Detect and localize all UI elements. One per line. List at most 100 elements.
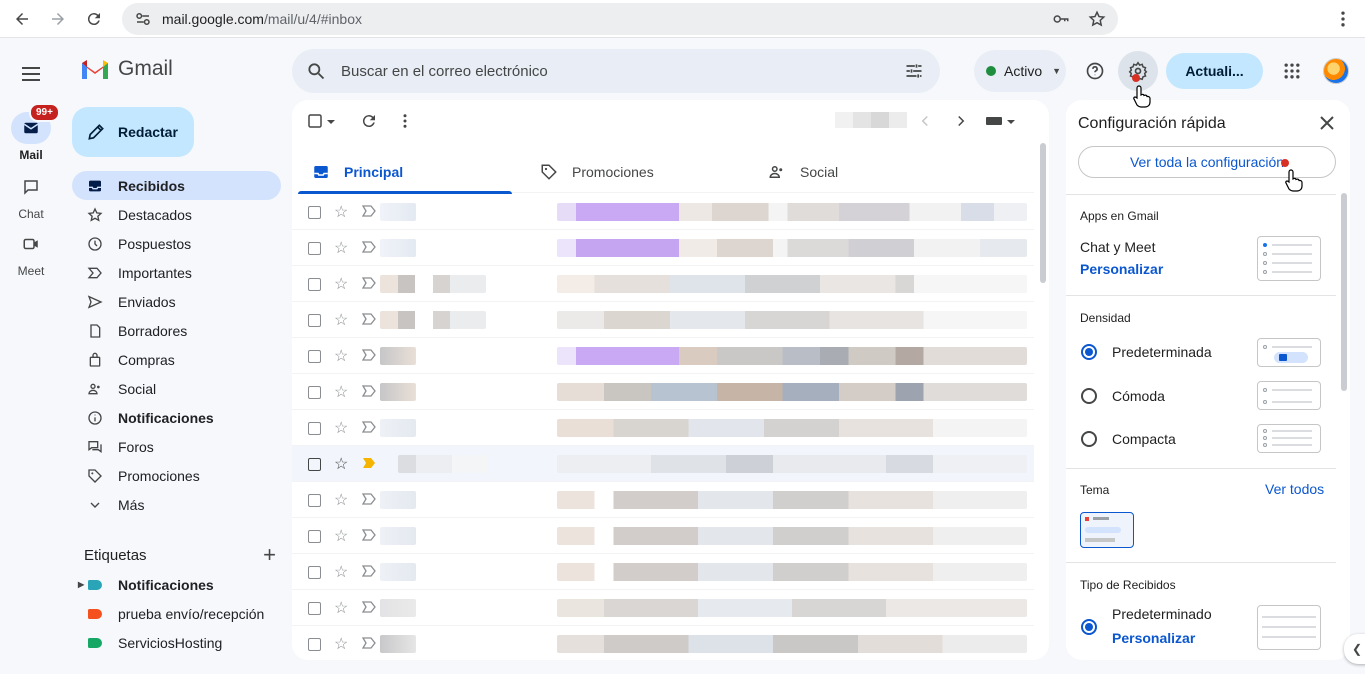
apps-customize-link[interactable]: Personalizar [1080, 261, 1163, 277]
important-icon[interactable] [362, 241, 376, 253]
account-avatar[interactable] [1323, 58, 1349, 84]
password-key-icon[interactable] [1052, 10, 1070, 28]
theme-preview-thumbnail[interactable] [1080, 512, 1134, 548]
tab-principal[interactable]: Principal [298, 150, 512, 194]
table-row[interactable]: ☆ [292, 626, 1034, 660]
label-item-notificaciones[interactable]: ▶ Notificaciones [72, 570, 281, 599]
rail-chat[interactable]: Chat [0, 171, 62, 221]
more-vert-icon[interactable] [396, 112, 414, 130]
rail-mail[interactable]: 99+ Mail [0, 103, 62, 162]
sidebar-item-importantes[interactable]: Importantes [72, 258, 281, 287]
search-options-icon[interactable] [904, 61, 924, 81]
sidebar-item-borradores[interactable]: Borradores [72, 316, 281, 345]
important-icon[interactable] [362, 565, 376, 577]
close-icon[interactable] [1320, 116, 1334, 130]
inbox-type-default-radio[interactable] [1081, 619, 1097, 635]
apps-button[interactable] [1272, 51, 1312, 91]
search-input[interactable] [341, 62, 861, 80]
row-checkbox[interactable] [308, 602, 321, 615]
important-icon[interactable] [362, 601, 376, 613]
table-row[interactable]: ☆ [292, 482, 1034, 518]
label-item-servicioshosting[interactable]: ServiciosHosting [72, 628, 281, 657]
select-all-checkbox-icon[interactable] [306, 112, 324, 130]
important-icon[interactable] [362, 385, 376, 397]
reload-button[interactable] [76, 1, 112, 37]
star-icon[interactable]: ☆ [334, 238, 348, 258]
star-icon[interactable]: ☆ [334, 562, 348, 582]
row-checkbox[interactable] [308, 206, 321, 219]
tab-promociones[interactable]: Promociones [526, 150, 740, 193]
site-info-icon[interactable] [134, 10, 152, 28]
density-compact-radio[interactable] [1081, 431, 1097, 447]
back-button[interactable] [4, 1, 40, 37]
status-dropdown[interactable]: Activo ▼ [974, 50, 1066, 92]
row-checkbox[interactable] [308, 494, 321, 507]
row-checkbox[interactable] [308, 350, 321, 363]
important-icon[interactable] [362, 277, 376, 289]
table-row[interactable]: ☆ [292, 230, 1034, 266]
gmail-logo[interactable]: Gmail [80, 57, 173, 81]
side-panel-toggle[interactable]: ❮ [1344, 634, 1365, 664]
important-icon[interactable] [362, 205, 376, 217]
bookmark-star-icon[interactable] [1088, 10, 1106, 28]
sidebar-item-foros[interactable]: Foros [72, 432, 281, 461]
sidebar-item-destacados[interactable]: Destacados [72, 200, 281, 229]
table-row[interactable]: ☆ [292, 554, 1034, 590]
row-checkbox[interactable] [308, 458, 321, 471]
upgrade-button[interactable]: Actuali... [1166, 53, 1263, 89]
table-row[interactable]: ☆ [292, 374, 1034, 410]
help-button[interactable] [1075, 51, 1115, 91]
sidebar-item-promociones[interactable]: Promociones [72, 461, 281, 490]
next-page-icon[interactable] [952, 112, 970, 130]
star-icon[interactable]: ☆ [334, 202, 348, 222]
star-icon[interactable]: ☆ [334, 526, 348, 546]
star-icon[interactable]: ☆ [334, 274, 348, 294]
row-checkbox[interactable] [308, 386, 321, 399]
sidebar-item-mas[interactable]: Más [72, 490, 281, 519]
table-row[interactable]: ☆ [292, 518, 1034, 554]
important-icon[interactable] [362, 421, 376, 433]
row-checkbox[interactable] [308, 422, 321, 435]
prev-page-icon[interactable] [916, 112, 934, 130]
table-row[interactable]: ☆ [292, 410, 1034, 446]
inbox-type-customize-link[interactable]: Personalizar [1112, 630, 1195, 646]
row-checkbox[interactable] [308, 638, 321, 651]
row-checkbox[interactable] [308, 566, 321, 579]
expand-arrow-icon[interactable]: ▶ [78, 580, 88, 589]
table-row[interactable]: ☆ [292, 590, 1034, 626]
star-icon[interactable]: ☆ [334, 454, 348, 474]
star-icon[interactable]: ☆ [334, 382, 348, 402]
table-row[interactable]: ☆ [292, 266, 1034, 302]
star-icon[interactable]: ☆ [334, 490, 348, 510]
sidebar-item-pospuestos[interactable]: Pospuestos [72, 229, 281, 258]
add-label-icon[interactable]: + [263, 542, 276, 568]
main-menu-icon[interactable] [19, 62, 43, 86]
important-icon[interactable] [362, 349, 376, 361]
important-icon[interactable] [362, 529, 376, 541]
sidebar-item-recibidos[interactable]: Recibidos [72, 171, 281, 200]
table-row[interactable]: ☆ [292, 446, 1034, 482]
rail-meet[interactable]: Meet [0, 228, 62, 278]
important-icon[interactable] [362, 457, 376, 469]
compose-button[interactable]: Redactar [72, 107, 194, 157]
sidebar-item-enviados[interactable]: Enviados [72, 287, 281, 316]
important-icon[interactable] [362, 313, 376, 325]
star-icon[interactable]: ☆ [334, 418, 348, 438]
row-checkbox[interactable] [308, 242, 321, 255]
row-checkbox[interactable] [308, 278, 321, 291]
keyboard-icon[interactable] [984, 112, 1018, 130]
star-icon[interactable]: ☆ [334, 598, 348, 618]
table-row[interactable]: ☆ [292, 194, 1034, 230]
row-checkbox[interactable] [308, 314, 321, 327]
sidebar-item-social[interactable]: Social [72, 374, 281, 403]
label-item-prueba[interactable]: prueba envío/recepción [72, 599, 281, 628]
message-list-scrollbar[interactable] [1040, 143, 1046, 283]
address-bar[interactable]: mail.google.com/mail/u/4/#inbox [122, 3, 1118, 35]
theme-see-all-link[interactable]: Ver todos [1265, 481, 1324, 497]
important-icon[interactable] [362, 493, 376, 505]
density-comfortable-radio[interactable] [1081, 388, 1097, 404]
important-icon[interactable] [362, 637, 376, 649]
star-icon[interactable]: ☆ [334, 634, 348, 654]
table-row[interactable]: ☆ [292, 302, 1034, 338]
row-checkbox[interactable] [308, 530, 321, 543]
